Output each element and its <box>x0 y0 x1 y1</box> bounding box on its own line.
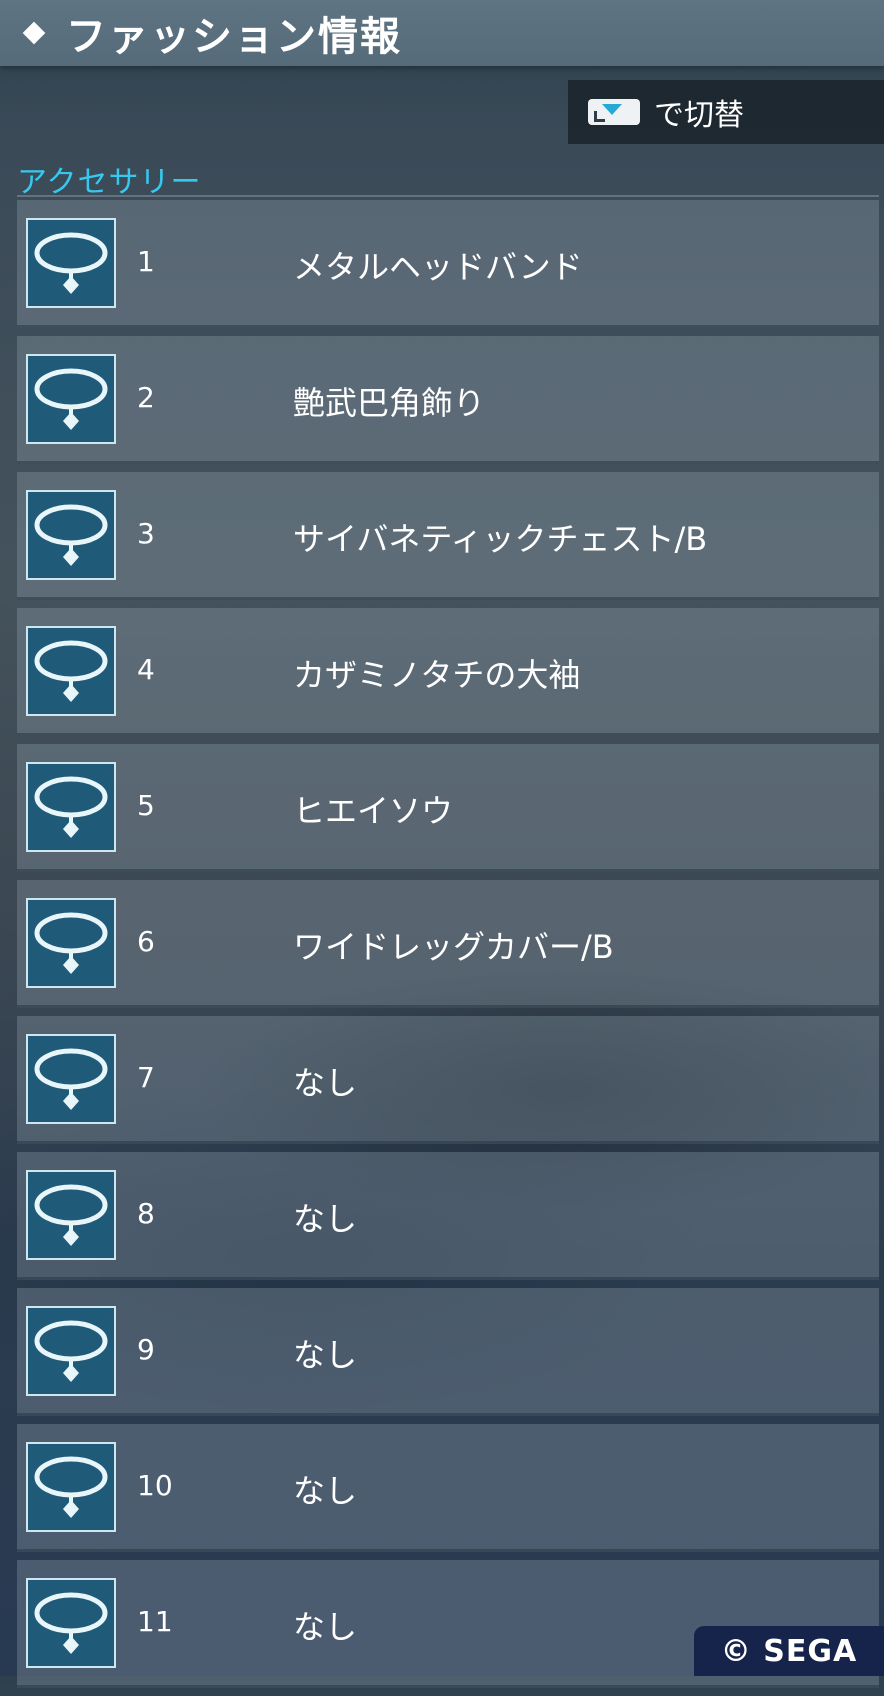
page-header: ファッション情報 <box>0 0 884 66</box>
item-number: 11 <box>137 1605 173 1638</box>
item-number: 9 <box>137 1333 155 1366</box>
section-divider <box>17 195 879 197</box>
accessory-necklace-icon <box>26 1034 116 1124</box>
accessory-necklace-icon <box>26 1306 116 1396</box>
item-number: 5 <box>137 789 155 822</box>
list-item[interactable]: 8 なし <box>17 1152 879 1280</box>
item-number: 1 <box>137 245 155 278</box>
accessory-necklace-icon <box>26 1442 116 1532</box>
item-name: 艶武巴角飾り <box>293 384 486 422</box>
accessory-necklace-icon <box>26 490 116 580</box>
switch-label: で切替 <box>654 98 744 133</box>
item-number: 4 <box>137 653 155 686</box>
accessory-necklace-icon <box>26 1170 116 1260</box>
copyright-badge: © SEGA <box>694 1626 884 1676</box>
item-name: なし <box>293 1200 358 1238</box>
list-item[interactable]: 5 ヒエイソウ <box>17 744 879 872</box>
list-item[interactable]: 7 なし <box>17 1016 879 1144</box>
diamond-bullet-icon <box>22 21 46 45</box>
item-name: なし <box>293 1064 358 1102</box>
item-name: ヒエイソウ <box>293 792 454 830</box>
item-name: サイバネティックチェスト/B <box>293 520 708 558</box>
item-number: 10 <box>137 1469 173 1502</box>
item-name: ワイドレッグカバー/B <box>293 928 614 966</box>
switch-toggle[interactable]: で切替 <box>568 80 884 144</box>
list-item[interactable]: 3 サイバネティックチェスト/B <box>17 472 879 600</box>
accessory-necklace-icon <box>26 626 116 716</box>
item-number: 8 <box>137 1197 155 1230</box>
list-item[interactable]: 1 メタルヘッドバンド <box>17 200 879 328</box>
accessory-necklace-icon <box>26 1578 116 1668</box>
accessory-list: 1 メタルヘッドバンド 2 艶武巴角飾り 3 サイバネティックチェスト/B 4 … <box>17 200 879 1696</box>
page-title: ファッション情報 <box>66 14 402 60</box>
list-item[interactable]: 10 なし <box>17 1424 879 1552</box>
item-number: 6 <box>137 925 155 958</box>
list-item[interactable]: 2 艶武巴角飾り <box>17 336 879 464</box>
item-name: なし <box>293 1472 358 1510</box>
controller-button-icon <box>588 99 640 125</box>
item-name: カザミノタチの大袖 <box>293 656 581 694</box>
item-number: 2 <box>137 381 155 414</box>
item-number: 7 <box>137 1061 155 1094</box>
list-item[interactable]: 9 なし <box>17 1288 879 1416</box>
item-name: メタルヘッドバンド <box>293 248 583 286</box>
item-name: なし <box>293 1336 358 1374</box>
accessory-necklace-icon <box>26 762 116 852</box>
accessory-necklace-icon <box>26 898 116 988</box>
accessory-necklace-icon <box>26 218 116 308</box>
list-item[interactable]: 6 ワイドレッグカバー/B <box>17 880 879 1008</box>
accessory-necklace-icon <box>26 354 116 444</box>
item-name: なし <box>293 1608 358 1646</box>
item-number: 3 <box>137 517 155 550</box>
list-item[interactable]: 4 カザミノタチの大袖 <box>17 608 879 736</box>
